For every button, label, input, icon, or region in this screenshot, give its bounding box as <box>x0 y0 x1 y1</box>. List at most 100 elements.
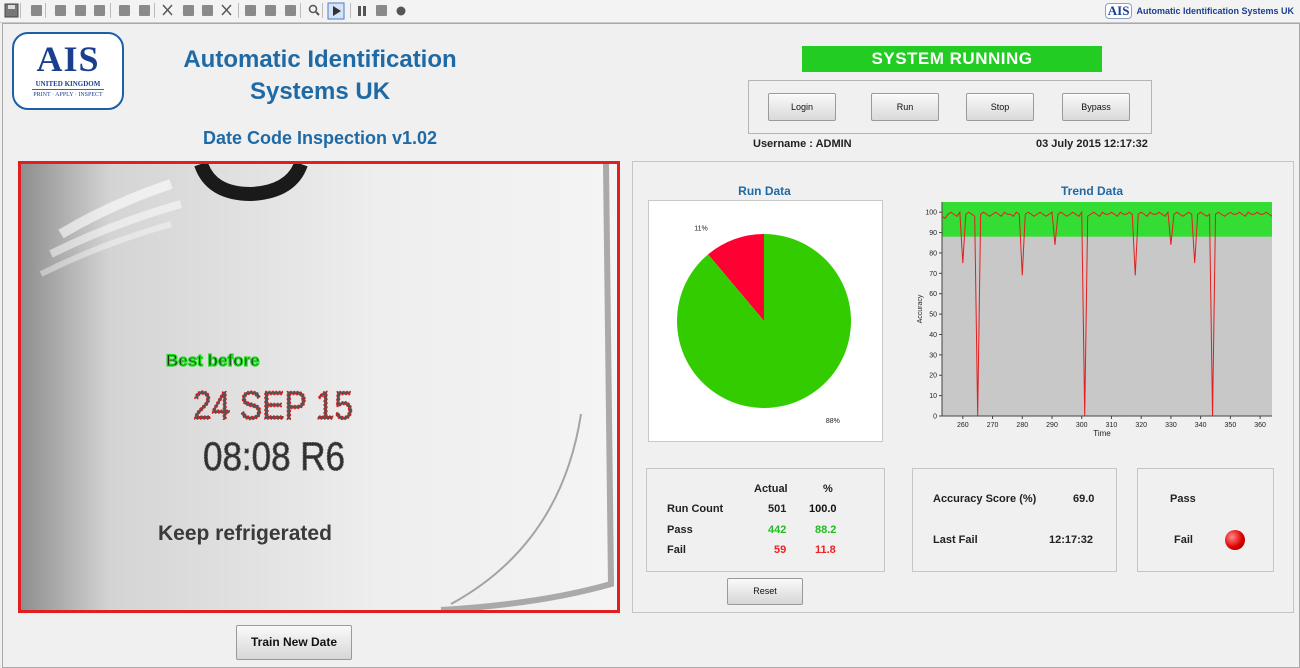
trend-x-tick-label: 340 <box>1195 422 1207 429</box>
stats-header-pct: % <box>823 483 833 495</box>
pie-label-pass: 88% <box>826 418 840 425</box>
trend-x-tick-label: 360 <box>1254 422 1266 429</box>
trend-y-tick-label: 30 <box>929 352 937 359</box>
stats-row-pct: 11.8 <box>815 544 836 556</box>
undo-icon[interactable] <box>245 5 256 16</box>
save-icon[interactable] <box>4 3 19 18</box>
camera-text-time: 08:08 R6 <box>203 435 345 479</box>
stats-row-label: Run Count <box>667 503 724 515</box>
camera-text-best-before: Best before <box>166 351 260 370</box>
login-button[interactable]: Login <box>768 93 836 121</box>
control-button-panel: Login Run Stop Bypass <box>748 80 1152 134</box>
stats-row-actual: 59 <box>774 544 787 556</box>
stop-icon[interactable] <box>376 5 387 16</box>
run-stats-table: Actual % Run Count 501 100.0 Pass 442 88.2 Fai… <box>646 468 885 572</box>
trend-y-tick-label: 60 <box>929 291 937 298</box>
page-title-line1: Automatic Identification <box>183 46 457 73</box>
trend-x-axis-label: Time <box>1093 429 1111 438</box>
cut-icon[interactable] <box>162 4 173 16</box>
page-title-line2: Systems UK <box>249 78 391 105</box>
stop-button[interactable]: Stop <box>966 93 1034 121</box>
fail-label: Fail <box>1174 534 1193 546</box>
camera-image: Best before 24 SEP 15 08:08 R6 Keep refr… <box>21 164 617 610</box>
trend-x-tick-label: 300 <box>1076 422 1088 429</box>
trend-x-tick-label: 280 <box>1016 422 1028 429</box>
system-status-banner: SYSTEM RUNNING <box>802 46 1102 72</box>
play-icon[interactable] <box>327 2 345 20</box>
pass-fail-box: Pass Fail <box>1137 468 1274 572</box>
datetime-label: 03 July 2015 12:17:32 <box>1036 138 1148 150</box>
trend-x-tick-label: 320 <box>1135 422 1147 429</box>
print-icon[interactable] <box>119 5 130 16</box>
trend-x-tick-label: 260 <box>957 422 969 429</box>
trend-y-tick-label: 70 <box>929 271 937 278</box>
stats-row-actual: 501 <box>768 503 787 515</box>
trend-x-tick-label: 270 <box>987 422 999 429</box>
trend-y-tick-label: 90 <box>929 230 937 237</box>
camera-text-date: 24 SEP 15 <box>193 384 353 428</box>
pie-slice-pass <box>677 234 851 408</box>
trend-data-chart: 0 10 20 30 40 50 60 70 80 90 100 260 270 280 290 300 310… <box>912 198 1274 442</box>
bypass-button[interactable]: Bypass <box>1062 93 1130 121</box>
delete-icon[interactable] <box>221 4 232 16</box>
trend-y-tick-label: 20 <box>929 373 937 380</box>
camera-view: Best before 24 SEP 15 08:08 R6 Keep refr… <box>18 161 620 613</box>
pass-label: Pass <box>1170 493 1196 505</box>
back-icon[interactable] <box>55 5 66 16</box>
trend-x-tick-label: 350 <box>1225 422 1237 429</box>
trend-y-tick-label: 100 <box>925 210 937 217</box>
trend-x-tick-label: 290 <box>1046 422 1058 429</box>
page-subtitle: Date Code Inspection v1.02 <box>202 128 438 148</box>
trend-y-tick-label: 50 <box>929 312 937 319</box>
pause-icon[interactable] <box>358 6 366 16</box>
last-fail-value: 12:17:32 <box>1049 534 1094 546</box>
copy-icon[interactable] <box>183 5 194 16</box>
trend-x-tick-label: 330 <box>1165 422 1177 429</box>
logo-sub-text: UNITED KINGDOM <box>35 80 101 88</box>
page-title: Automatic Identification Systems UK <box>150 44 490 108</box>
trend-y-axis-label: Accuracy <box>917 294 924 323</box>
stats-row-label: Fail <box>667 544 686 556</box>
trend-y-tick-label: 0 <box>933 414 937 421</box>
trend-x-tick-label: 310 <box>1106 422 1118 429</box>
fail-indicator-light <box>1225 530 1245 550</box>
toolbar-icons <box>4 2 406 20</box>
trend-target-band <box>942 202 1272 237</box>
run-button[interactable]: Run <box>871 93 939 121</box>
stats-row-pct: 100.0 <box>809 503 837 515</box>
accuracy-box: Accuracy Score (%) 69.0 Last Fail 12:17:… <box>912 468 1117 572</box>
stats-row-pct: 88.2 <box>815 523 837 536</box>
print-preview-icon[interactable] <box>139 5 150 16</box>
toolbar-brand-logo: AIS <box>1104 2 1133 19</box>
toolbar: AIS Automatic Identification Systems UK <box>0 0 1300 23</box>
last-fail-label: Last Fail <box>933 534 978 546</box>
stop-square-icon[interactable] <box>75 5 86 16</box>
pie-label-fail: 11% <box>694 225 708 232</box>
new-icon[interactable] <box>31 5 42 16</box>
zoom-icon[interactable] <box>308 4 320 16</box>
trend-y-tick-label: 80 <box>929 250 937 257</box>
logo-divider <box>32 89 104 90</box>
square-icon[interactable] <box>285 5 296 16</box>
reset-button[interactable]: Reset <box>727 578 803 605</box>
ais-logo: AIS UNITED KINGDOM PRINT · APPLY · INSPE… <box>12 32 124 110</box>
logo-tagline: PRINT · APPLY · INSPECT <box>33 92 103 98</box>
accuracy-score-value: 69.0 <box>1073 493 1095 505</box>
logo-main-text: AIS <box>36 39 100 79</box>
record-icon[interactable] <box>396 6 406 16</box>
username-label: Username : ADMIN <box>753 138 852 150</box>
trend-y-tick-label: 40 <box>929 332 937 339</box>
run-data-chart: 11% 88% <box>648 200 883 442</box>
pie-chart: 11% 88% <box>677 225 851 425</box>
trend-data-title: Trend Data <box>1060 184 1123 198</box>
stats-row-actual: 442 <box>768 523 787 536</box>
camera-text-keep: Keep refrigerated <box>158 522 332 545</box>
paste-icon[interactable] <box>202 5 213 16</box>
train-new-date-button[interactable]: Train New Date <box>236 625 352 660</box>
redo-icon[interactable] <box>265 5 276 16</box>
toolbar-brand: AIS Automatic Identification Systems UK <box>1104 2 1294 19</box>
accuracy-score-label: Accuracy Score (%) <box>933 493 1037 505</box>
copy-icon[interactable] <box>94 5 105 16</box>
run-data-title: Run Data <box>738 184 791 198</box>
trend-chart: 0 10 20 30 40 50 60 70 80 90 100 260 270 280 290 300 310… <box>917 202 1273 438</box>
